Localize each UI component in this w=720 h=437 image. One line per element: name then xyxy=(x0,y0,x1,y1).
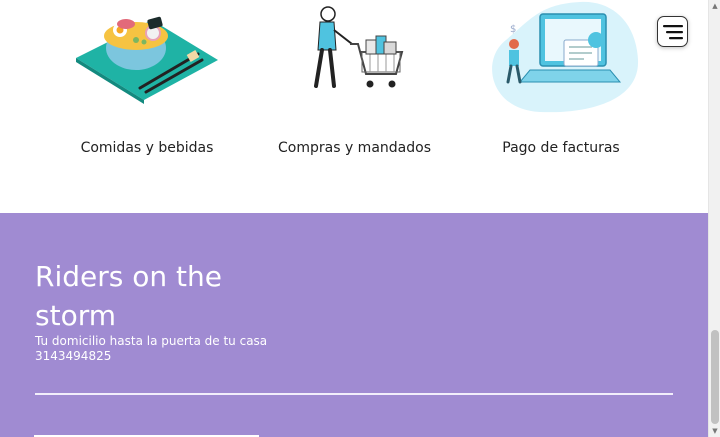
footer-divider xyxy=(35,393,673,395)
service-label-bills: Pago de facturas xyxy=(502,140,620,156)
scroll-up-arrow-icon[interactable]: ▲ xyxy=(711,2,719,10)
vertical-scrollbar[interactable]: ▲ ▼ xyxy=(708,0,720,437)
scrollbar-thumb[interactable] xyxy=(711,330,719,424)
page-viewport: Comidas y bebidas Compras y mandados $ P… xyxy=(0,0,708,437)
footer-brand-title: Riders on the storm xyxy=(35,260,222,332)
hamburger-menu-icon xyxy=(662,24,683,39)
services-section: Comidas y bebidas Compras y mandados $ P… xyxy=(0,0,708,213)
ramen-bowl-icon xyxy=(76,16,218,104)
footer-tagline: Tu domicilio hasta la puerta de tu casa xyxy=(35,334,268,348)
service-shopping-errands[interactable]: Compras y mandados xyxy=(278,0,431,160)
bill-payment-icon: $ xyxy=(492,1,639,113)
scroll-down-arrow-icon[interactable]: ▼ xyxy=(711,427,719,435)
svg-text:$: $ xyxy=(510,24,516,35)
service-bill-payments[interactable]: $ Pago de facturas xyxy=(470,0,652,160)
hamburger-menu-button[interactable] xyxy=(657,16,688,47)
shopping-cart-icon xyxy=(314,6,404,88)
service-food-drinks[interactable]: Comidas y bebidas xyxy=(62,0,232,160)
site-footer: Riders on the storm Tu domicilio hasta l… xyxy=(0,213,708,437)
footer-phone[interactable]: 3143494825 xyxy=(35,349,111,363)
service-label-shopping: Compras y mandados xyxy=(278,140,431,156)
service-label-food: Comidas y bebidas xyxy=(80,140,214,156)
